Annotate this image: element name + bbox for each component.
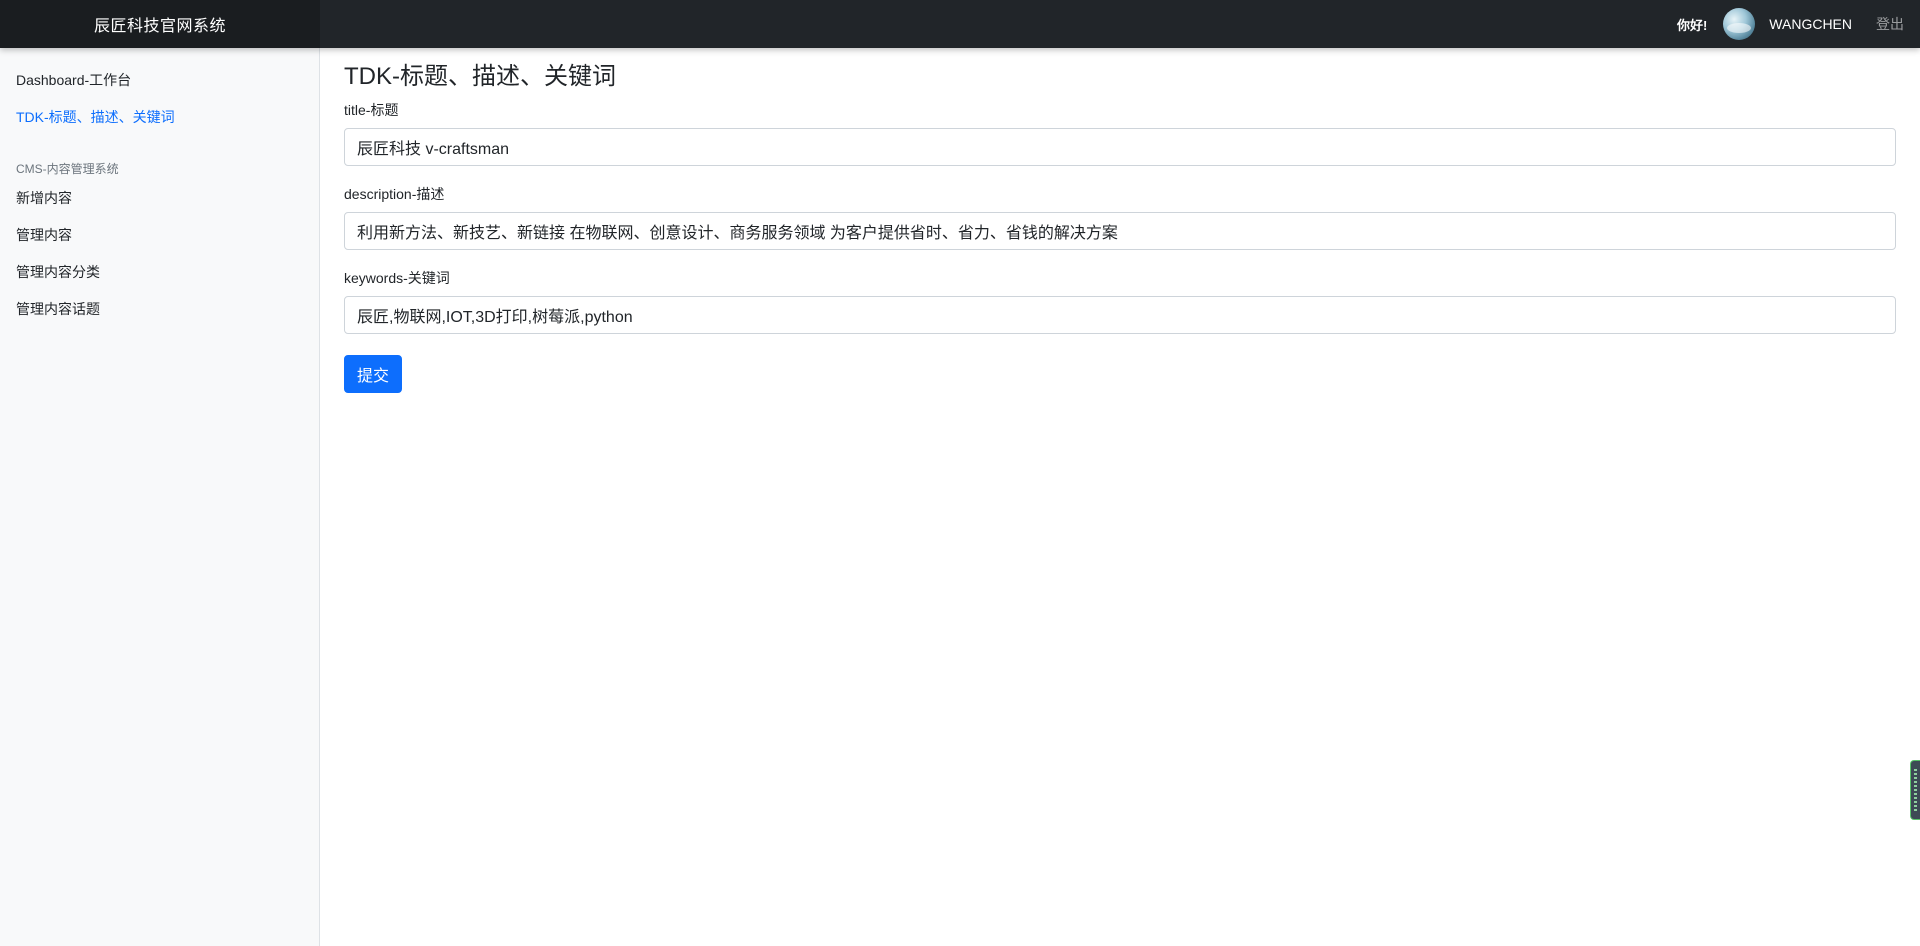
logout-link[interactable]: 登出 [1876, 14, 1904, 34]
sidebar-item-manage-categories[interactable]: 管理内容分类 [0, 254, 319, 291]
sidebar-heading-cms: CMS-内容管理系统 [16, 162, 119, 176]
sidebar-item-manage-topics[interactable]: 管理内容话题 [0, 291, 319, 328]
title-group: title-标题 [344, 100, 1896, 166]
title-input[interactable] [344, 128, 1896, 166]
description-group: description-描述 [344, 184, 1896, 250]
title-label: title-标题 [344, 102, 399, 118]
sidebar-item-dashboard[interactable]: Dashboard-工作台 [0, 62, 319, 99]
brand-title[interactable]: 辰匠科技官网系统 [0, 0, 320, 48]
username[interactable]: WANGCHEN [1769, 16, 1852, 32]
sidebar-item-tdk[interactable]: TDK-标题、描述、关键词 [0, 99, 319, 136]
description-label: description-描述 [344, 186, 445, 202]
sidebar-item-add-content[interactable]: 新增内容 [0, 180, 319, 217]
main-content: TDK-标题、描述、关键词 title-标题 description-描述 ke… [344, 48, 1896, 393]
keywords-label: keywords-关键词 [344, 270, 450, 286]
top-navbar: 辰匠科技官网系统 你好! WANGCHEN 登出 [0, 0, 1920, 48]
keywords-input[interactable] [344, 296, 1896, 334]
description-input[interactable] [344, 212, 1896, 250]
submit-button[interactable]: 提交 [344, 355, 403, 393]
page-title: TDK-标题、描述、关键词 [344, 63, 616, 90]
floating-tool-handle[interactable] [1910, 760, 1920, 820]
greeting-text: 你好! [1676, 17, 1708, 33]
sidebar-item-manage-content[interactable]: 管理内容 [0, 217, 319, 254]
avatar[interactable] [1723, 8, 1756, 40]
user-area: 你好! WANGCHEN 登出 [1677, 0, 1920, 48]
keywords-group: keywords-关键词 [344, 268, 1896, 334]
sidebar: Dashboard-工作台 TDK-标题、描述、关键词 CMS-内容管理系统 新… [0, 48, 320, 946]
